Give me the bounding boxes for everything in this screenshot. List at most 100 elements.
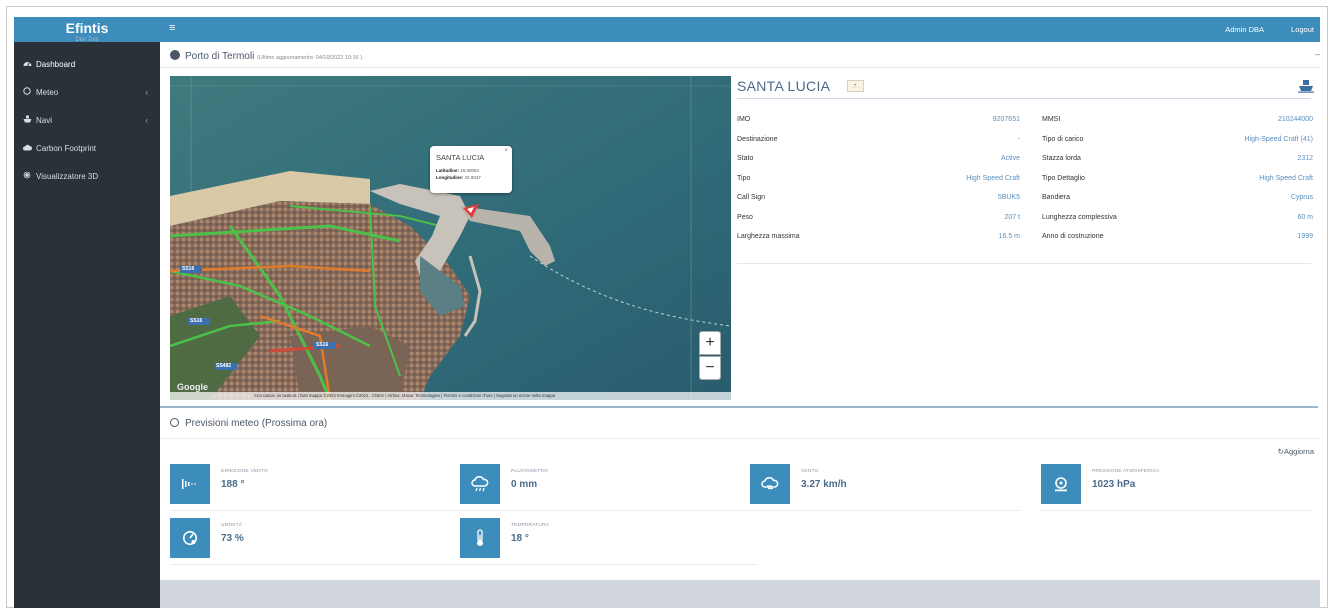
sidebar-item-label: Navi	[36, 115, 53, 125]
wind-cloud-icon	[750, 464, 790, 504]
ship-info-popup: × SANTA LUCIA Latitudine: 15.00054 Longi…	[430, 146, 512, 193]
wind-direction-icon	[170, 464, 210, 504]
detail-label: Destinazione	[737, 135, 778, 143]
circle-icon	[22, 87, 32, 97]
pressure-icon	[1041, 464, 1081, 504]
popup-title: SANTA LUCIA	[436, 153, 485, 162]
card-value: 73 %	[221, 533, 244, 544]
cube-icon	[22, 171, 32, 181]
chevron-left-icon: ‹	[145, 115, 148, 125]
detail-label: Larghezza massima	[737, 233, 800, 240]
ship-icon[interactable]	[1298, 79, 1314, 98]
detail-value: 5BUK5	[997, 194, 1020, 201]
card-label: Pluviometro	[511, 469, 549, 474]
detail-label: Stazza lorda	[1042, 155, 1081, 162]
detail-value: Active	[1000, 155, 1020, 162]
road-label: SS16	[316, 342, 329, 348]
detail-value: 60 m	[1297, 213, 1313, 221]
latitude-label: Latitudine:	[436, 168, 459, 173]
flag-icon: 🇨🇾	[847, 80, 864, 92]
port-header: Porto di Termoli (Ultimo aggiornamento: …	[170, 50, 362, 62]
sidebar-item-visualizzatore-3d[interactable]: Visualizzatore 3D	[14, 162, 160, 190]
detail-value: 1999	[1297, 233, 1313, 240]
ship-icon	[22, 115, 32, 125]
detail-value: 210244000	[1277, 116, 1313, 123]
cloud-icon	[22, 144, 32, 153]
road-label: SS482	[216, 363, 232, 369]
card-label: Temperatura	[511, 523, 550, 528]
detail-label: Tipo Dettaglio	[1042, 174, 1085, 182]
dashboard-icon	[22, 59, 32, 69]
divider	[160, 67, 1320, 68]
detail-label: Tipo di carico	[1042, 135, 1084, 143]
detail-value: 16.5 m	[998, 233, 1020, 240]
brand-subtitle: Dev Tool	[75, 37, 99, 43]
refresh-button[interactable]: ↻Aggiorna	[1278, 447, 1314, 456]
detail-value: 207 t	[1004, 213, 1020, 221]
card-label: Direzione vento	[221, 469, 268, 474]
sidebar-item-dashboard[interactable]: Dashboard	[14, 50, 160, 78]
card-value: 18 °	[511, 533, 529, 544]
page-footer	[160, 580, 1320, 608]
card-value: 188 °	[221, 479, 245, 490]
zoom-in-button[interactable]: +	[699, 331, 721, 355]
google-logo: Google	[177, 382, 208, 392]
card-label: Umidità	[221, 523, 243, 528]
weather-card-pressure: Pressione atmosferica 1023 hPa	[1041, 464, 1311, 511]
divider	[160, 438, 1320, 439]
close-icon[interactable]: ×	[504, 148, 508, 154]
weather-card-wind: Vento 3.27 km/h	[750, 464, 1020, 511]
map-imagery	[170, 76, 731, 400]
brand-logo[interactable]: Efintis Dev Tool	[14, 17, 160, 43]
sidebar-item-meteo[interactable]: Meteo ‹	[14, 78, 160, 106]
collapse-box-button[interactable]: –	[1315, 49, 1320, 59]
map-attribution[interactable]: Scorciatoie da tastiera | Dati mappa ©20…	[170, 392, 731, 400]
rain-cloud-icon	[460, 464, 500, 504]
card-label: Vento	[801, 469, 819, 474]
detail-label: Tipo	[737, 174, 751, 182]
logout-link[interactable]: Logout	[1291, 25, 1314, 34]
thermometer-icon	[460, 518, 500, 558]
sidebar: Efintis Dev Tool Dashboard Meteo ‹ Navi …	[14, 17, 160, 608]
weather-header: Previsioni meteo (Prossima ora)	[170, 418, 327, 429]
page-title: Porto di Termoli	[185, 51, 255, 62]
weather-card-temperature: Temperatura 18 °	[460, 518, 758, 565]
last-update-text: (Ultimo aggiornamento: 04/10/2022 19:16 …	[257, 55, 362, 61]
longitude-value: 42.0047	[464, 175, 481, 180]
sidebar-item-navi[interactable]: Navi ‹	[14, 106, 160, 134]
card-label: Pressione atmosferica	[1092, 469, 1160, 474]
card-value: 0 mm	[511, 479, 538, 490]
user-menu[interactable]: Admin DBA	[1225, 25, 1264, 34]
detail-label: IMO	[737, 116, 751, 123]
detail-label: Peso	[737, 213, 753, 221]
longitude-label: Longitudine:	[436, 175, 464, 180]
detail-value: High Speed Craft	[966, 174, 1020, 182]
road-label: SS16	[182, 266, 195, 272]
detail-value: 9207651	[992, 116, 1020, 123]
detail-value: 2312	[1297, 155, 1313, 162]
detail-label: Bandiera	[1042, 194, 1071, 201]
divider	[737, 98, 1311, 99]
satellite-map[interactable]: SS16 SS16 SS16 SS482 × SANTA LUCIA Latit…	[170, 76, 731, 400]
sidebar-item-carbon-footprint[interactable]: Carbon Footprint	[14, 134, 160, 162]
detail-label: Stato	[737, 155, 754, 162]
card-value: 1023 hPa	[1092, 479, 1136, 490]
globe-icon	[170, 50, 180, 60]
detail-value: High Speed Craft	[1259, 174, 1313, 182]
ship-name: SANTA LUCIA	[737, 78, 831, 94]
longitude-row: Longitudine: 42.0047	[436, 174, 506, 181]
latitude-row: Latitudine: 15.00054	[436, 167, 506, 174]
hamburger-menu-icon[interactable]: ≡	[169, 22, 175, 34]
weather-title: Previsioni meteo (Prossima ora)	[185, 418, 328, 429]
detail-label: Call Sign	[737, 194, 766, 201]
chevron-left-icon: ‹	[145, 87, 148, 97]
zoom-out-button[interactable]: −	[699, 356, 721, 380]
detail-label: MMSI	[1042, 116, 1061, 123]
detail-value: -	[1017, 135, 1020, 143]
humidity-gauge-icon	[170, 518, 210, 558]
circle-icon	[170, 418, 179, 427]
card-value: 3.27 km/h	[801, 479, 847, 490]
weather-card-wind-direction: Direzione vento 188 °	[170, 464, 468, 511]
detail-label: Lunghezza complessiva	[1042, 213, 1117, 221]
divider	[160, 406, 1318, 408]
